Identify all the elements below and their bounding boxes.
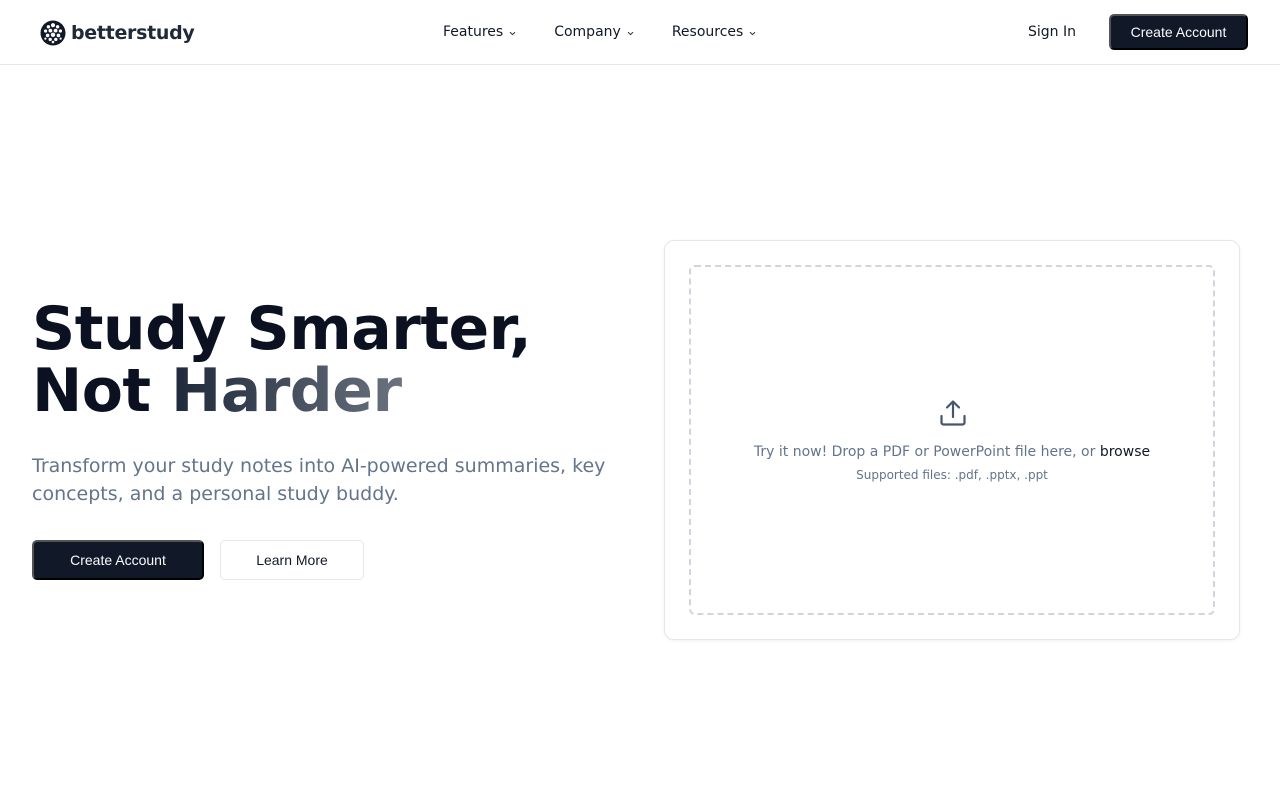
nav-features-label: Features bbox=[443, 24, 504, 40]
dropzone-prompt: Try it now! Drop a PDF or PowerPoint fil… bbox=[691, 444, 1213, 460]
hero-subtitle: Transform your study notes into AI-power… bbox=[32, 455, 606, 505]
nav-resources-label: Resources bbox=[671, 24, 744, 40]
hero-title-line-2: Not Harder bbox=[32, 360, 632, 422]
learn-more-button[interactable]: Learn More bbox=[220, 540, 364, 580]
file-dropzone[interactable]: Try it now! Drop a PDF or PowerPoint fil… bbox=[689, 265, 1215, 615]
hero-title: Study Smarter, Not Harder bbox=[32, 298, 632, 422]
nav-create-account-button[interactable]: Create Account bbox=[1109, 14, 1248, 50]
nav-features[interactable]: Features bbox=[443, 24, 517, 40]
hero-create-account-button[interactable]: Create Account bbox=[32, 540, 204, 580]
hero-title-accent: Harder bbox=[171, 356, 402, 426]
dropzone-prompt-text: Try it now! Drop a PDF or PowerPoint fil… bbox=[753, 444, 1096, 460]
upload-card: Try it now! Drop a PDF or PowerPoint fil… bbox=[664, 240, 1240, 640]
hero-title-line-1: Study Smarter, bbox=[32, 294, 532, 364]
supported-files-note: Supported files: .pdf, .pptx, .ppt bbox=[856, 468, 1048, 482]
hero-title-plain: Not bbox=[32, 356, 172, 426]
nav-resources[interactable]: Resources bbox=[672, 24, 758, 40]
browse-link[interactable]: browse bbox=[1100, 444, 1150, 460]
chevron-down-icon bbox=[627, 31, 634, 35]
chevron-down-icon bbox=[509, 31, 516, 35]
main-nav: Features Company Resources bbox=[443, 22, 757, 42]
chevron-down-icon bbox=[750, 31, 756, 35]
brand-name: betterstudy bbox=[71, 22, 195, 44]
nav-company[interactable]: Company bbox=[554, 24, 635, 40]
brand-logo[interactable]: betterstudy bbox=[40, 19, 195, 47]
cluster-dots-icon bbox=[40, 20, 66, 46]
nav-company-label: Company bbox=[554, 24, 621, 40]
sign-in-link[interactable]: Sign In bbox=[1013, 14, 1091, 50]
upload-icon bbox=[940, 400, 966, 426]
top-navbar: betterstudy Features Company Resources S… bbox=[0, 0, 1280, 65]
